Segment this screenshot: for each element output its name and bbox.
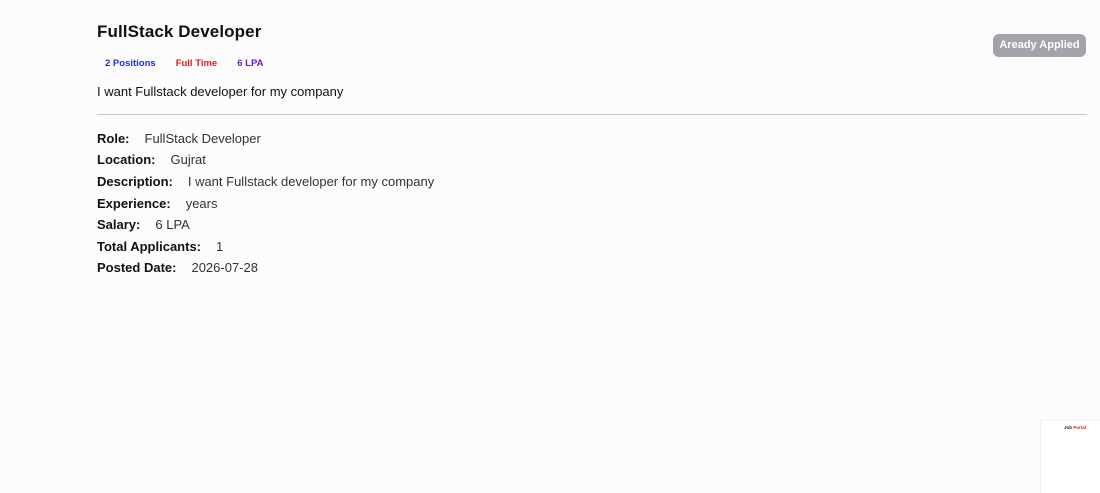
job-header: FullStack Developer 2 Positions Full Tim… — [97, 22, 1087, 100]
detail-label: Salary: — [97, 217, 141, 233]
job-badges: 2 Positions Full Time 6 LPA — [98, 56, 1087, 72]
detail-row-salary: Salary: 6 LPA — [97, 214, 434, 236]
brand-part-1: Job — [1064, 425, 1073, 430]
job-type-badge: Full Time — [175, 58, 218, 69]
already-applied-button[interactable]: Aready Applied — [993, 34, 1086, 57]
detail-label: Location: — [97, 152, 156, 168]
detail-value: 2026-07-28 — [191, 260, 258, 276]
job-summary: I want Fullstack developer for my compan… — [97, 84, 344, 99]
corner-preview-widget[interactable]: Job Portal — [1040, 420, 1100, 493]
detail-value: FullStack Developer — [144, 130, 261, 146]
detail-row-applicants: Total Applicants: 1 — [97, 236, 434, 258]
salary-badge: 6 LPA — [237, 58, 264, 69]
section-divider — [97, 114, 1087, 115]
detail-label: Description: — [97, 173, 173, 189]
detail-label: Total Applicants: — [97, 238, 201, 254]
detail-value: Gujrat — [170, 152, 206, 168]
detail-row-experience: Experience: years — [97, 193, 434, 215]
detail-value: years — [185, 195, 218, 211]
job-details: Role: FullStack Developer Location: Gujr… — [97, 128, 434, 279]
detail-row-location: Location: Gujrat — [97, 150, 434, 172]
detail-row-description: Description: I want Fullstack developer … — [97, 171, 434, 193]
detail-label: Role: — [97, 130, 130, 146]
job-title: FullStack Developer — [97, 22, 262, 41]
detail-value: 1 — [216, 238, 224, 254]
corner-brand-logo: Job Portal — [1064, 425, 1086, 430]
job-detail-page: FullStack Developer 2 Positions Full Tim… — [0, 0, 1100, 493]
brand-part-2: Portal — [1073, 425, 1087, 430]
positions-badge: 2 Positions — [105, 58, 156, 69]
detail-label: Posted Date: — [97, 260, 177, 276]
detail-row-posted-date: Posted Date: 2026-07-28 — [97, 258, 434, 280]
detail-label: Experience: — [97, 195, 171, 211]
detail-row-role: Role: FullStack Developer — [97, 128, 434, 150]
detail-value: 6 LPA — [155, 217, 190, 233]
detail-value: I want Fullstack developer for my compan… — [187, 173, 435, 189]
